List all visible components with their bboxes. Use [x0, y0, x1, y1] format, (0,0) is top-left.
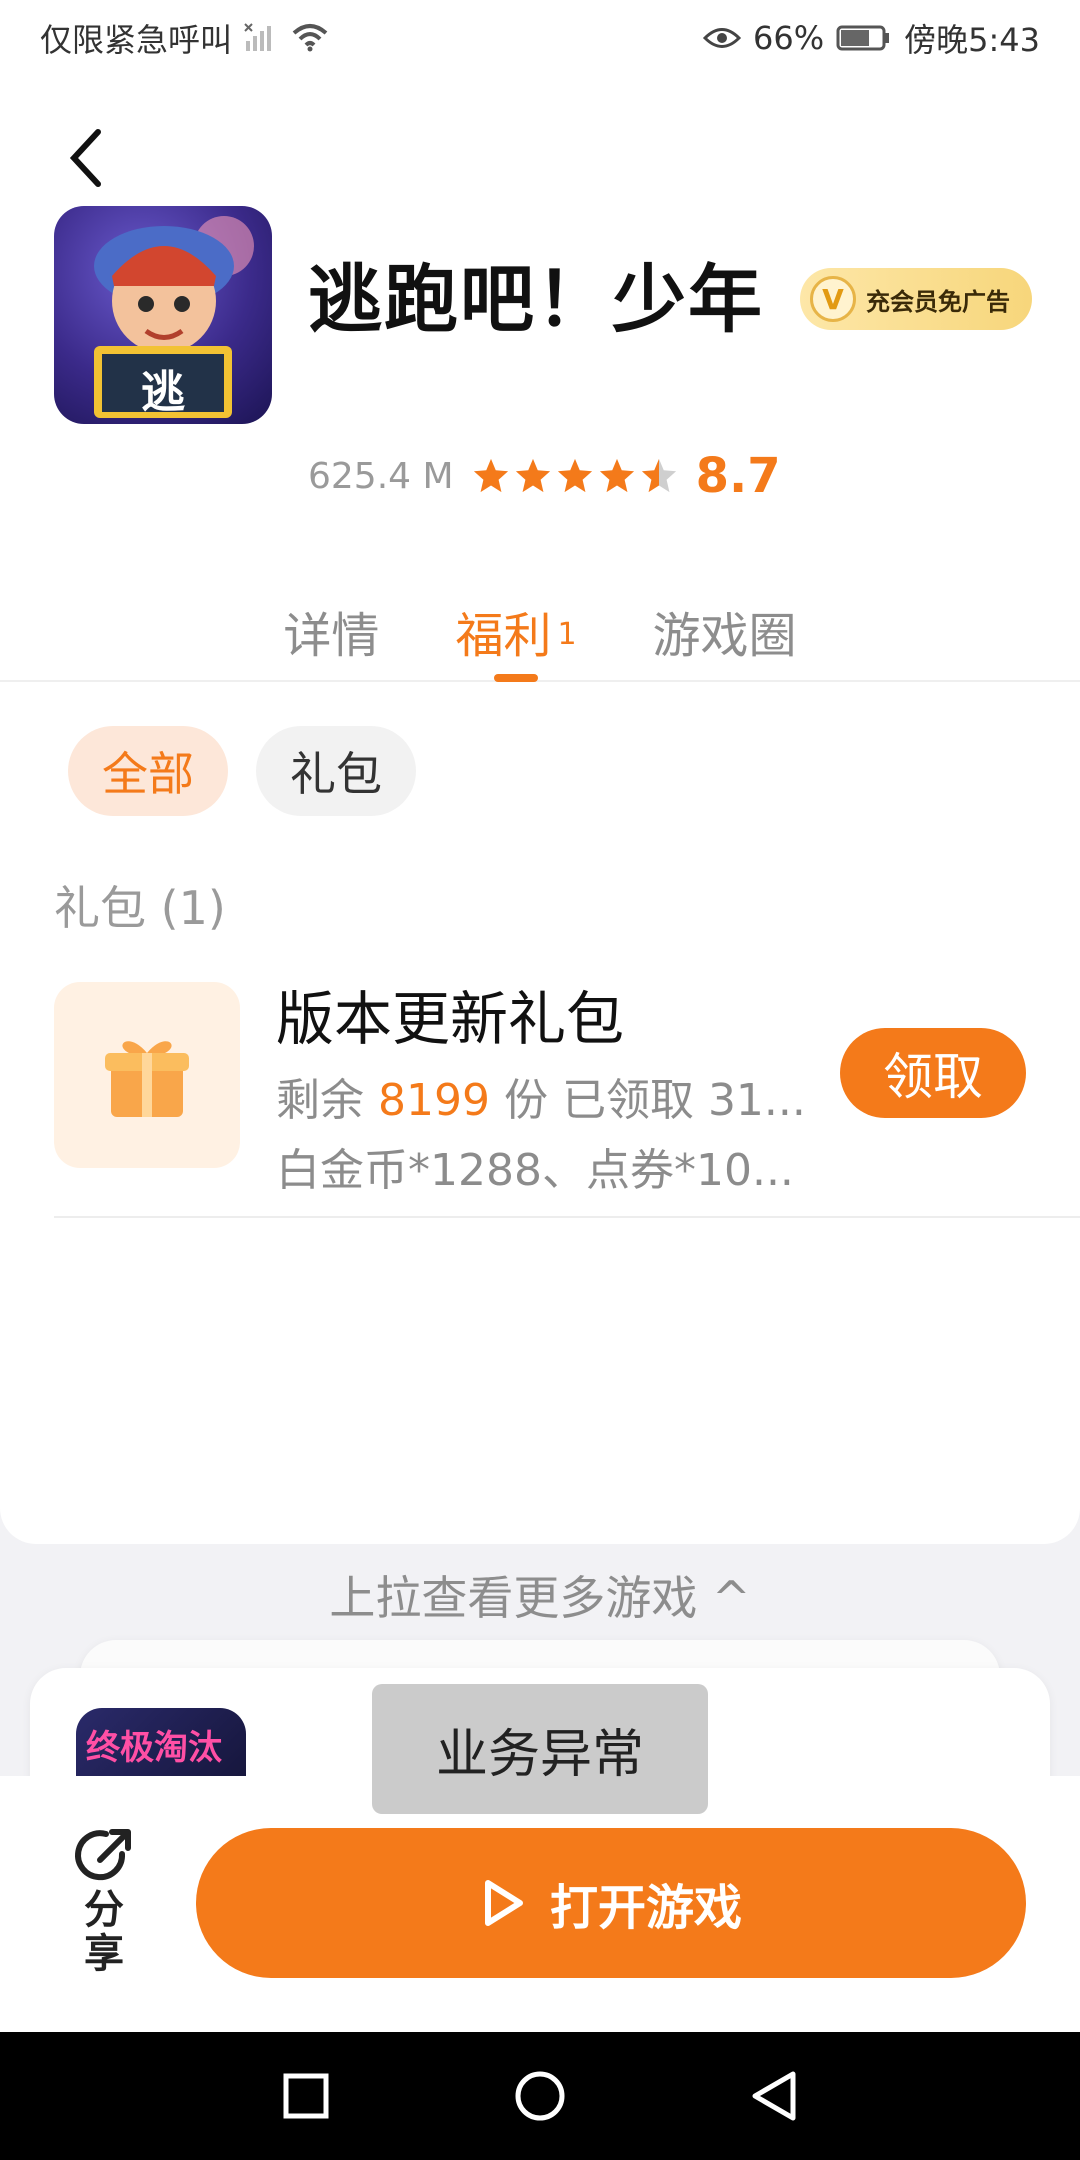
app-icon: 逃 [54, 206, 272, 424]
gift-remain-count: 8199 [378, 1075, 490, 1126]
star-icon [599, 458, 634, 493]
status-left-text: 仅限紧急呼叫 [40, 21, 233, 59]
error-toast: 业务异常 [372, 1684, 708, 1814]
filter-chips: 全部 礼包 [68, 726, 416, 816]
tab-game-circle[interactable]: 游戏圈 [653, 596, 797, 680]
signal-off-icon [244, 23, 278, 53]
app-icon-char: 逃 [141, 367, 185, 418]
bottom-action-bar: 分享 打开游戏 [0, 1776, 1080, 2032]
gift-remain-suffix: 份 已领取 31... [489, 1075, 806, 1126]
clock-text: 傍晚5:43 [904, 21, 1040, 59]
rating-stars [472, 457, 678, 495]
vip-badge[interactable]: V 充会员免广告 [800, 268, 1032, 330]
star-icon [557, 458, 592, 493]
back-nav-icon[interactable] [749, 2069, 799, 2123]
detail-tabs: 详情 福利 1 游戏圈 [0, 596, 1080, 682]
tab-details[interactable]: 详情 [283, 596, 379, 680]
app-meta: 625.4 M 8.7 [308, 448, 781, 504]
share-button[interactable]: 分享 [54, 1824, 154, 1984]
gift-remain: 剩余 8199 份 已领取 31... [276, 1064, 836, 1128]
gift-box-icon [54, 982, 240, 1168]
star-icon [641, 458, 676, 493]
share-label: 分享 [84, 1887, 124, 1977]
tab-game-circle-label: 游戏圈 [652, 608, 797, 664]
chevron-left-icon [69, 129, 101, 187]
chip-all[interactable]: 全部 [68, 726, 228, 816]
open-game-button[interactable]: 打开游戏 [196, 1828, 1026, 1978]
star-icon [473, 458, 508, 493]
status-bar: 仅限紧急呼叫 66% 傍晚5:43 [0, 0, 1080, 76]
play-icon [484, 1880, 523, 1926]
recents-icon[interactable] [281, 2071, 331, 2121]
app-title: 逃跑吧！少年 [308, 257, 764, 343]
eye-icon [703, 25, 741, 51]
wifi-icon [290, 23, 330, 53]
claim-button[interactable]: 领取 [840, 1028, 1026, 1118]
gift-rewards: 白金币*1288、点券*10... [276, 1145, 794, 1196]
vip-icon: V [810, 276, 856, 322]
tab-welfare-badge: 1 [557, 617, 577, 652]
tab-details-label: 详情 [283, 608, 380, 664]
app-size: 625.4 M [308, 455, 454, 497]
tab-welfare[interactable]: 福利 1 [455, 596, 577, 682]
vip-badge-label: 充会员免广告 [866, 287, 1010, 316]
home-icon[interactable] [513, 2069, 567, 2123]
tab-active-indicator [493, 674, 538, 682]
system-nav-bar [0, 2032, 1080, 2160]
app-score: 8.7 [695, 448, 781, 504]
star-icon [515, 458, 550, 493]
gift-title: 版本更新礼包 [276, 985, 625, 1053]
gift-item[interactable]: 版本更新礼包 剩余 8199 份 已领取 31... 白金币*1288、点券*1… [54, 962, 1080, 1218]
gift-remain-prefix: 剩余 [276, 1075, 378, 1126]
battery-text: 66% [753, 19, 825, 57]
tab-welfare-label: 福利 [455, 608, 552, 664]
battery-icon [836, 24, 892, 52]
pull-up-hint[interactable]: 上拉查看更多游戏 ^ [0, 1562, 1080, 1628]
open-game-label: 打开游戏 [549, 1880, 742, 1936]
chip-gift[interactable]: 礼包 [256, 726, 416, 816]
back-button[interactable] [54, 126, 118, 190]
section-title: 礼包 (1) [54, 881, 226, 935]
share-icon [75, 1829, 131, 1881]
